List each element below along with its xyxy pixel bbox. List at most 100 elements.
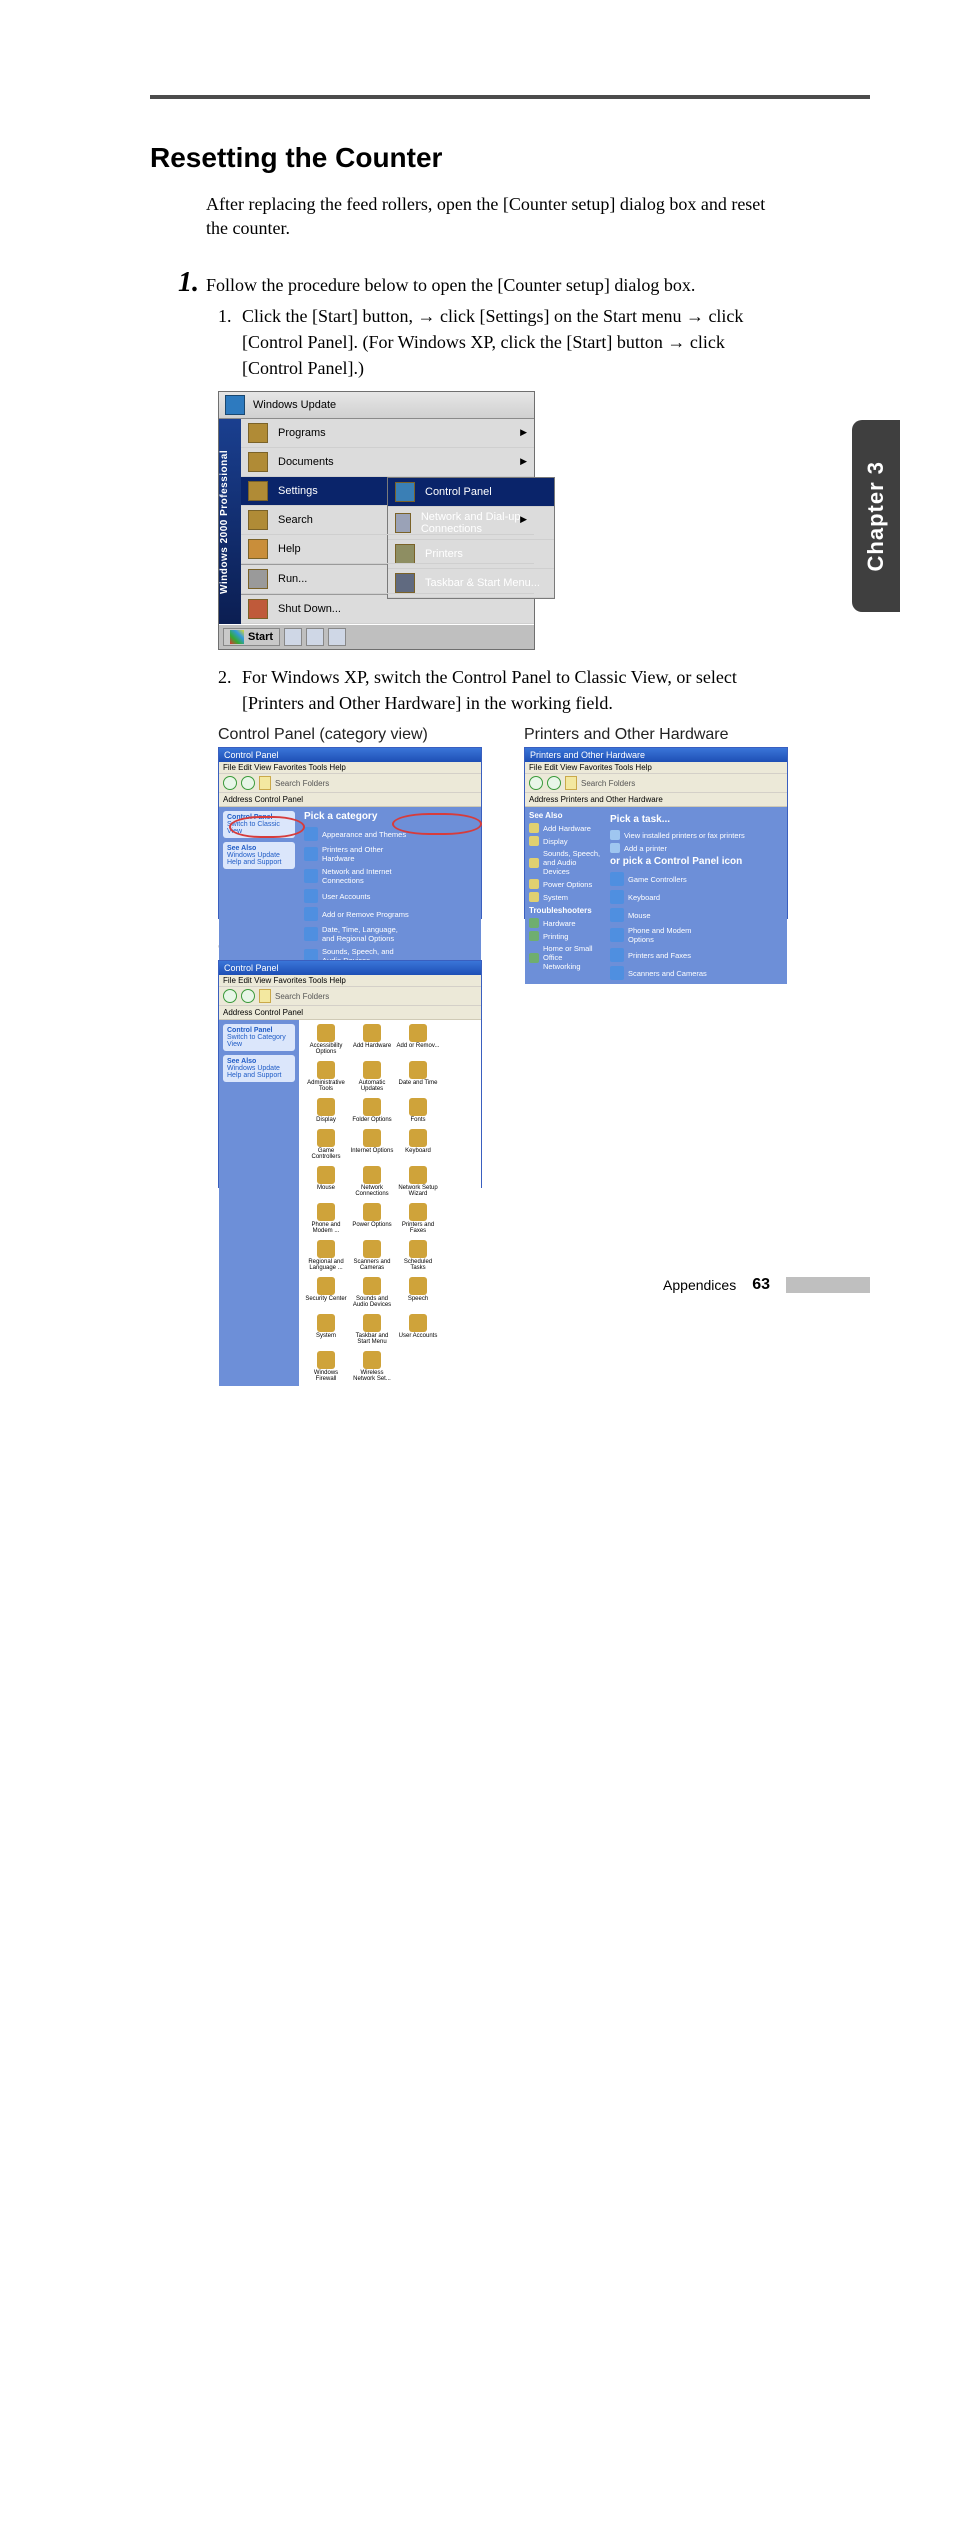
classic-icon: Mouse: [304, 1166, 348, 1197]
control-panel-category-screenshot: Control Panel File Edit View Favorites T…: [218, 747, 482, 919]
applet-icon: [317, 1098, 335, 1116]
link: Help and Support: [227, 1072, 281, 1079]
see-also-panel: See Also Windows Update Help and Support: [223, 1055, 295, 1082]
back-icon: [529, 776, 543, 790]
classic-icon: Date and Time: [396, 1061, 440, 1092]
classic-icon: Automatic Updates: [350, 1061, 394, 1092]
applet-label: Mouse: [304, 1185, 348, 1191]
step-1-number: 1.: [178, 269, 206, 297]
documents-icon: [248, 452, 268, 472]
toolbar: Search Folders: [219, 986, 481, 1006]
applet-label: Scanners and Cameras: [350, 1259, 394, 1271]
applet-icon: [409, 1024, 427, 1042]
label: See Also: [227, 845, 256, 852]
window-menu: File Edit View Favorites Tools Help: [525, 762, 787, 773]
applet-label: User Accounts: [396, 1333, 440, 1339]
applet-icon: [409, 1203, 427, 1221]
control-panel-icon: [395, 482, 415, 502]
applet-icon: [317, 1203, 335, 1221]
window-menu: File Edit View Favorites Tools Help: [219, 975, 481, 986]
label: Start: [248, 631, 273, 643]
applet-icon: [317, 1240, 335, 1258]
pick-category-heading: Pick a category: [304, 811, 476, 822]
windows-update-row: Windows Update: [219, 392, 534, 419]
up-icon: [259, 776, 271, 790]
step-1-text: Follow the procedure below to open the […: [206, 275, 695, 296]
start-item-documents: Documents▶: [241, 448, 534, 477]
applet-label: Game Controllers: [304, 1148, 348, 1160]
start-button: Start: [223, 628, 280, 646]
classic-icon: System: [304, 1314, 348, 1345]
classic-icon: Fonts: [396, 1098, 440, 1123]
classic-icon: Taskbar and Start Menu: [350, 1314, 394, 1345]
classic-icon: Internet Options: [350, 1129, 394, 1160]
applet-label: Keyboard: [396, 1148, 440, 1154]
settings-icon: [248, 481, 268, 501]
applet-label: Network Setup Wizard: [396, 1185, 440, 1197]
side-panel-head: Control Panel Switch to Category View: [223, 1024, 295, 1051]
applet-label: Regional and Language ...: [304, 1259, 348, 1271]
start-item-settings: Settings▶ Control Panel Network and Dial…: [241, 477, 534, 506]
applet-label: Automatic Updates: [350, 1080, 394, 1092]
applet-label: Add or Remov...: [396, 1043, 440, 1049]
windows-flag-icon: [230, 630, 244, 644]
applet-icon: [409, 1166, 427, 1184]
applet-label: Scheduled Tasks: [396, 1259, 440, 1271]
label: Settings: [278, 485, 318, 497]
classic-icon: Accessibility Options: [304, 1024, 348, 1055]
applet-icon: [409, 1240, 427, 1258]
pick-task-heading: Pick a task...: [610, 814, 782, 825]
switch-to-classic-link: Switch to Classic View: [227, 821, 280, 835]
arrow-icon: →: [417, 306, 435, 326]
applet-label: Power Options: [350, 1222, 394, 1228]
start-item-help: Help: [241, 535, 534, 564]
label: Help: [278, 543, 301, 555]
footer-section: Appendices: [663, 1277, 736, 1293]
category-icon: [304, 927, 318, 941]
substep-1-frag1: Click the [Start] button,: [242, 306, 417, 326]
step-1: 1. Follow the procedure below to open th…: [178, 269, 785, 297]
ts-head: Troubleshooters: [529, 906, 601, 915]
start-item-shutdown: Shut Down...: [241, 595, 534, 624]
applet-label: Administrative Tools: [304, 1080, 348, 1092]
icon-printers-faxes: Printers and Faxes: [610, 948, 718, 962]
classic-icon: User Accounts: [396, 1314, 440, 1345]
page-footer: Appendices 63: [150, 1276, 870, 1294]
classic-icon: Scanners and Cameras: [350, 1240, 394, 1271]
classic-icon: Power Options: [350, 1203, 394, 1234]
arrow-icon: →: [667, 332, 685, 352]
footer-bar: [786, 1277, 870, 1293]
classic-icon: Keyboard: [396, 1129, 440, 1160]
task-add-printer: Add a printer: [610, 843, 782, 853]
window-title: Printers and Other Hardware: [525, 748, 787, 762]
cat-network: Network and Internet Connections: [304, 867, 412, 885]
windows-update-label: Windows Update: [253, 399, 336, 411]
address-bar: Address Control Panel: [219, 793, 481, 807]
category-icon: [304, 907, 318, 921]
sa-sounds: Sounds, Speech, and Audio Devices: [529, 849, 601, 876]
classic-icon-grid: Accessibility OptionsAdd HardwareAdd or …: [304, 1024, 476, 1382]
cat-users: User Accounts: [304, 889, 412, 903]
classic-icon: Add or Remov...: [396, 1024, 440, 1055]
quicklaunch-icon: [328, 628, 346, 646]
applet-icon: [409, 1314, 427, 1332]
window-title: Control Panel: [219, 748, 481, 762]
substep-1: 1. Click the [Start] button, → click [Se…: [218, 303, 785, 381]
page-content: Resetting the Counter After replacing th…: [150, 142, 785, 1202]
applet-label: System: [304, 1333, 348, 1339]
forward-icon: [241, 989, 255, 1003]
applet-icon: [363, 1166, 381, 1184]
label: Documents: [278, 456, 334, 468]
icon-phone-modem: Phone and Modem Options: [610, 926, 718, 944]
label: Run...: [278, 573, 307, 585]
cat-addremove: Add or Remove Programs: [304, 907, 412, 921]
arrow-icon: →: [686, 306, 704, 326]
label: Control Panel: [227, 814, 273, 821]
category-icon: [304, 847, 318, 861]
flyout-control-panel: Control Panel: [388, 478, 554, 507]
back-icon: [223, 989, 237, 1003]
applet-icon: [363, 1129, 381, 1147]
label: Shut Down...: [278, 603, 341, 615]
shutdown-icon: [248, 599, 268, 619]
control-panel-classic-screenshot: Control Panel File Edit View Favorites T…: [218, 960, 482, 1188]
